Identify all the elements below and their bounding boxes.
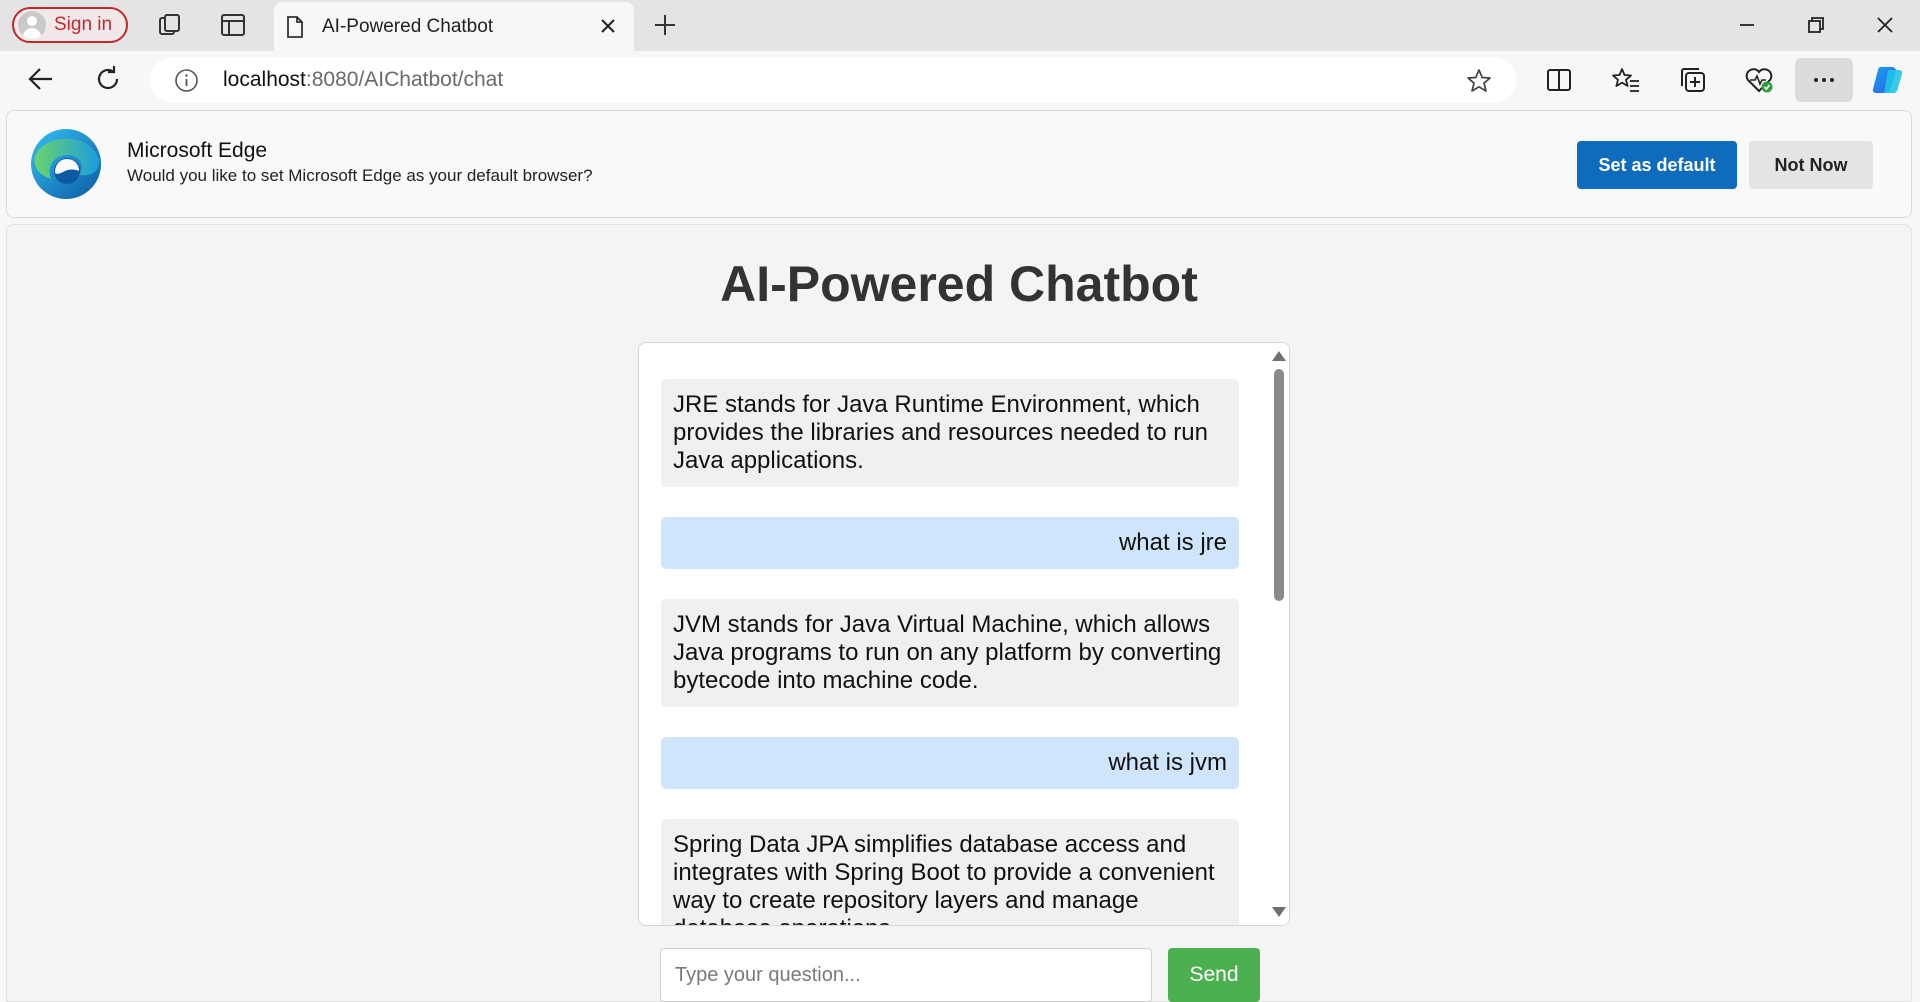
- bot-message: JVM stands for Java Virtual Machine, whi…: [661, 599, 1239, 707]
- not-now-button[interactable]: Not Now: [1749, 141, 1873, 189]
- default-browser-infobar: Microsoft Edge Would you like to set Mic…: [6, 110, 1912, 218]
- refresh-icon[interactable]: [93, 64, 123, 94]
- restore-icon[interactable]: [1803, 12, 1829, 38]
- user-message: what is jvm: [661, 737, 1239, 789]
- url-text[interactable]: localhost:8080/AIChatbot/chat: [223, 68, 503, 92]
- copilot-icon[interactable]: [1870, 62, 1906, 98]
- favorites-icon[interactable]: [1611, 65, 1641, 95]
- infobar-message: Would you like to set Microsoft Edge as …: [127, 166, 593, 185]
- more-dots-icon: [1814, 78, 1834, 82]
- page-content: AI-Powered Chatbot JRE stands for Java R…: [6, 224, 1912, 1002]
- address-bar[interactable]: localhost:8080/AIChatbot/chat: [150, 57, 1516, 103]
- question-input[interactable]: [660, 948, 1152, 1002]
- infobar-title: Microsoft Edge: [127, 139, 268, 162]
- page-title: AI-Powered Chatbot: [720, 256, 1198, 312]
- bot-message: JRE stands for Java Runtime Environment,…: [661, 379, 1239, 487]
- scroll-down-arrow-icon[interactable]: [1272, 907, 1286, 917]
- close-tab-icon[interactable]: [596, 14, 620, 38]
- profile-avatar-icon: [18, 11, 46, 39]
- chat-scrollbar[interactable]: [1267, 343, 1289, 925]
- tab-title: AI-Powered Chatbot: [322, 16, 494, 37]
- url-host: localhost: [223, 68, 306, 91]
- split-screen-icon[interactable]: [1544, 65, 1574, 95]
- collections-icon[interactable]: [1678, 65, 1708, 95]
- send-button[interactable]: Send: [1168, 948, 1260, 1002]
- chat-history[interactable]: JRE stands for Java Runtime Environment,…: [638, 342, 1290, 926]
- browser-essentials-icon[interactable]: [1744, 65, 1774, 95]
- favorite-star-icon[interactable]: [1465, 67, 1493, 95]
- tab-ai-powered-chatbot[interactable]: AI-Powered Chatbot: [274, 2, 634, 51]
- new-tab-icon[interactable]: [652, 12, 678, 38]
- bot-message: Spring Data JPA simplifies database acce…: [661, 819, 1239, 925]
- user-message: what is jre: [661, 517, 1239, 569]
- browser-title-bar: Sign in AI-Powered Chatbot: [0, 0, 1920, 51]
- tab-actions-icon[interactable]: [220, 12, 246, 38]
- back-arrow-icon[interactable]: [26, 64, 56, 94]
- url-path: :8080/AIChatbot/chat: [305, 68, 504, 91]
- page-document-icon: [287, 16, 303, 38]
- workspaces-icon[interactable]: [157, 12, 183, 38]
- settings-more-button[interactable]: [1795, 58, 1853, 102]
- set-as-default-button[interactable]: Set as default: [1577, 141, 1737, 189]
- browser-toolbar: localhost:8080/AIChatbot/chat: [0, 51, 1920, 108]
- minimize-icon[interactable]: [1734, 12, 1760, 38]
- sign-in-button[interactable]: Sign in: [12, 7, 128, 43]
- scrollbar-thumb[interactable]: [1274, 369, 1284, 601]
- microsoft-edge-logo-icon: [31, 129, 101, 199]
- sign-in-label: Sign in: [54, 14, 113, 35]
- close-window-icon[interactable]: [1872, 12, 1898, 38]
- scroll-up-arrow-icon[interactable]: [1272, 351, 1286, 361]
- message-list: JRE stands for Java Runtime Environment,…: [661, 379, 1239, 925]
- site-info-icon[interactable]: [174, 68, 199, 93]
